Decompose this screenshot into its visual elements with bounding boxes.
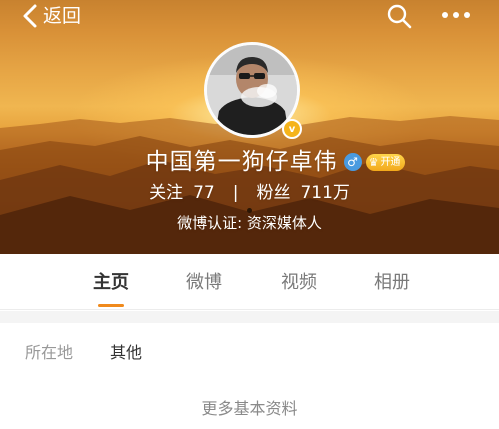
followers-stat[interactable]: 粉丝 711万	[256, 181, 349, 205]
followers-count: 711万	[300, 183, 350, 203]
section-divider	[0, 311, 499, 323]
back-label: 返回	[43, 5, 82, 27]
followers-label: 粉丝	[256, 183, 291, 203]
tab-home[interactable]: 主页	[81, 270, 141, 296]
following-stat[interactable]: 关注 77	[149, 181, 215, 205]
verified-badge-icon: v	[282, 119, 302, 139]
verified-badge-label: v	[288, 123, 296, 135]
more-dots-icon[interactable]	[440, 8, 472, 22]
vip-open-button[interactable]: ♛ 开通	[365, 153, 406, 171]
name-row: 中国第一狗仔卓伟 ♂ ♛ 开通	[0, 147, 499, 177]
vip-label: 开通	[380, 156, 401, 168]
following-count: 77	[193, 183, 215, 203]
profile-header: 返回 v 中国第一狗仔卓伟 ♂ ♛ 开通 关注 77 | 粉丝 711万 微博认…	[0, 0, 499, 254]
following-label: 关注	[149, 183, 184, 203]
location-label: 所在地	[25, 343, 74, 362]
follow-stats: 关注 77 | 粉丝 711万	[0, 181, 499, 205]
certification-text: 微博认证: 资深媒体人	[177, 214, 322, 232]
location-value: 其他	[110, 343, 143, 362]
chevron-left-icon	[23, 4, 37, 28]
stats-divider: |	[232, 183, 239, 203]
tab-album[interactable]: 相册	[362, 270, 422, 296]
crown-icon: ♛	[368, 155, 379, 169]
search-icon[interactable]	[386, 3, 412, 29]
back-button[interactable]: 返回	[20, 2, 81, 30]
tab-weibo[interactable]: 微博	[174, 270, 234, 296]
active-tab-indicator	[98, 304, 124, 307]
tab-video[interactable]: 视频	[269, 270, 329, 296]
male-gender-icon: ♂	[343, 153, 362, 171]
basic-info-section: 所在地 其他 更多基本资料	[0, 323, 499, 429]
profile-name: 中国第一狗仔卓伟	[145, 149, 338, 175]
more-basic-info-link[interactable]: 更多基本资料	[0, 397, 499, 421]
profile-tabs: 主页 微博 视频 相册	[0, 254, 499, 310]
